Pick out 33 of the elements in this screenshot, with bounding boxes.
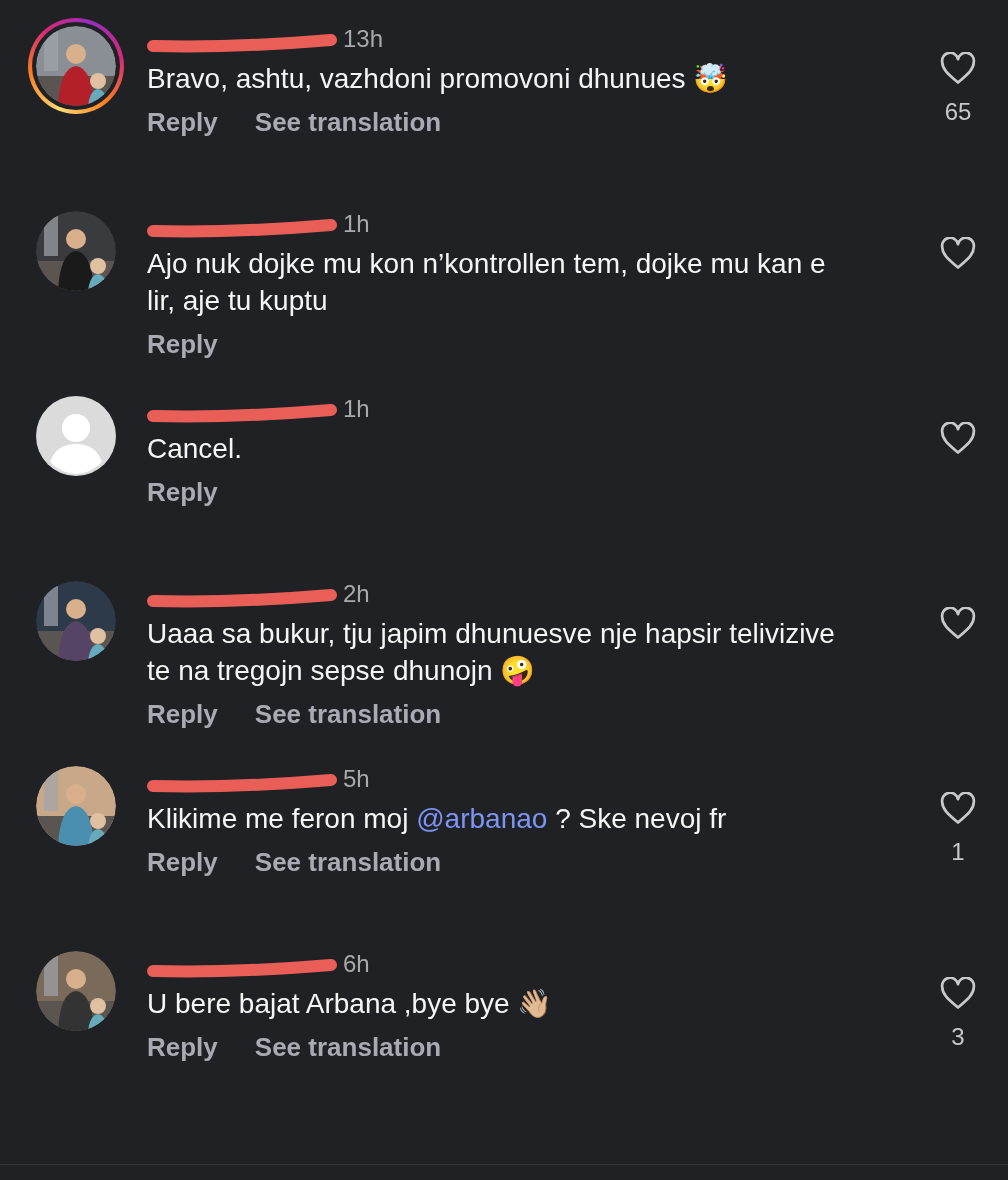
- comment-time: 2h: [343, 579, 370, 609]
- see-translation-button[interactable]: See translation: [254, 103, 442, 142]
- comment-text: Cancel.: [147, 432, 243, 466]
- like-count: 65: [944, 97, 972, 127]
- comment-text: Ajo nuk dojke mu kon n’kontrollen tem, dojke mu kan e lir, aje tu kuptu: [147, 247, 827, 318]
- default-avatar-icon: [36, 396, 116, 476]
- heart-icon[interactable]: [940, 422, 976, 456]
- heart-icon[interactable]: [940, 792, 976, 826]
- heart-icon[interactable]: [940, 977, 976, 1011]
- reply-button[interactable]: Reply: [147, 473, 218, 512]
- reply-button[interactable]: Reply: [147, 695, 218, 734]
- see-translation-button[interactable]: See translation: [254, 843, 442, 882]
- reply-button[interactable]: Reply: [147, 843, 218, 882]
- see-translation-button[interactable]: See translation: [254, 1028, 442, 1067]
- comment-time: 1h: [343, 394, 370, 424]
- comment-time: 5h: [343, 764, 370, 794]
- like-count: 1: [951, 837, 965, 867]
- comment-text: Uaaa sa bukur, tju japim dhunuesve nje hapsir telivizive te na tregojn sepse dhunojn 🤪: [147, 617, 836, 689]
- mention-link[interactable]: @arbanao: [416, 803, 548, 834]
- see-translation-button[interactable]: See translation: [254, 695, 442, 734]
- reply-button[interactable]: Reply: [147, 103, 218, 142]
- comment-text: Bravo, ashtu, vazhdoni promovoni dhunues 🤯: [147, 62, 730, 96]
- comment-text: Klikime me feron moj @arbanao ? Ske nevoj fr: [147, 802, 728, 836]
- reply-button[interactable]: Reply: [147, 1028, 218, 1067]
- comment-text: U bere bajat Arbana ,bye bye 👋🏼: [147, 987, 554, 1021]
- comment-time: 1h: [343, 209, 370, 239]
- comment-time: 6h: [343, 949, 370, 979]
- reply-button[interactable]: Reply: [147, 325, 218, 364]
- heart-icon[interactable]: [940, 237, 976, 271]
- comment-time: 13h: [343, 24, 384, 54]
- heart-icon[interactable]: [940, 607, 976, 641]
- heart-icon[interactable]: [940, 52, 976, 86]
- like-count: 3: [951, 1022, 965, 1052]
